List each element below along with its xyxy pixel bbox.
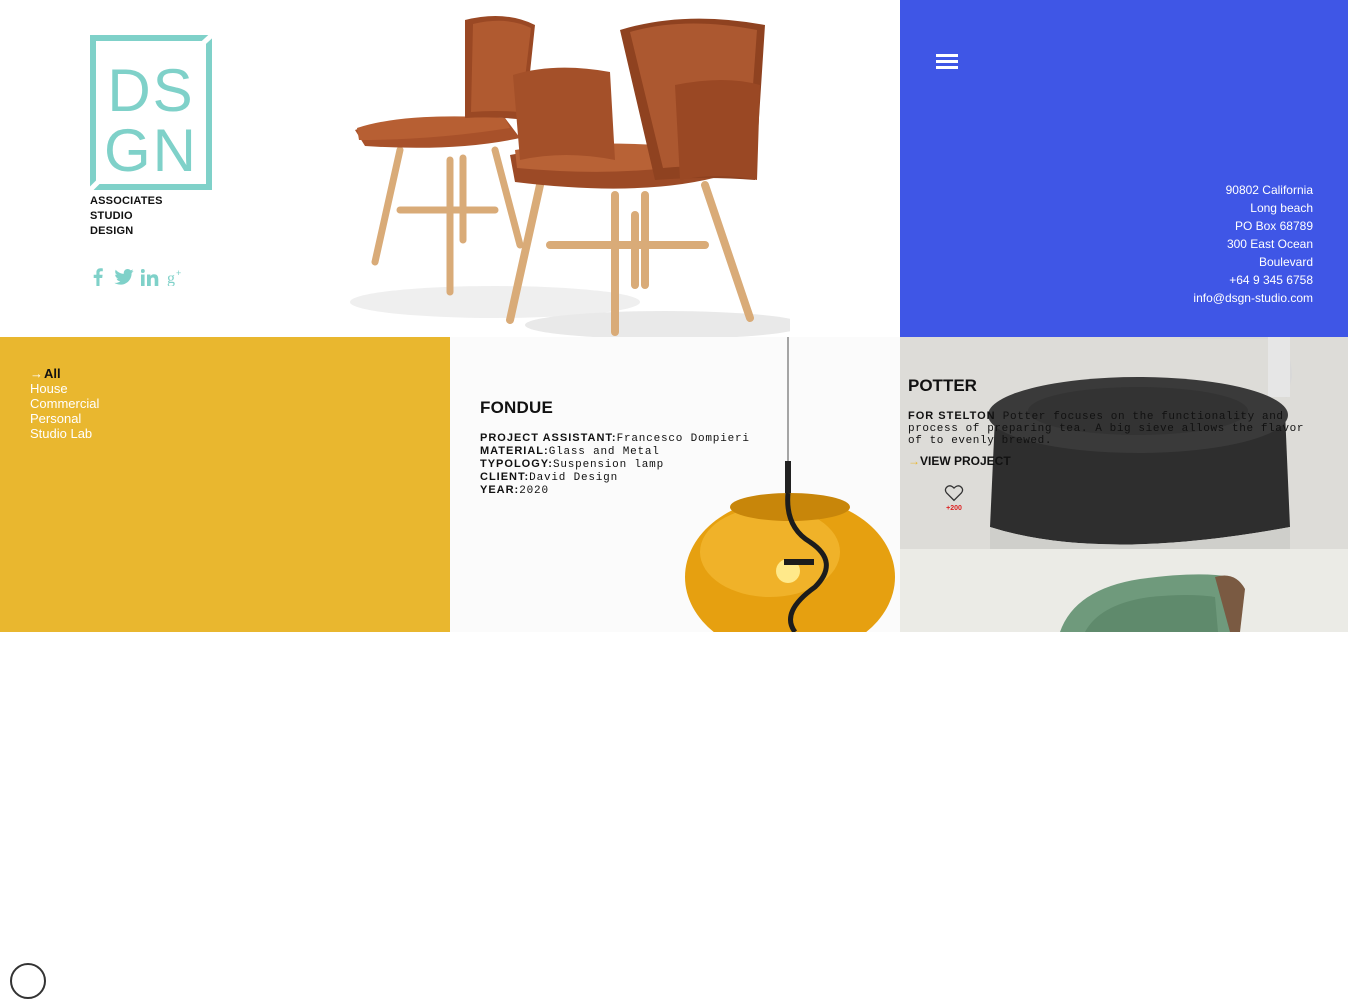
svg-text:GN: GN xyxy=(104,117,198,184)
spec-key: PROJECT ASSISTANT: xyxy=(480,432,617,444)
like-button[interactable]: +200 xyxy=(943,484,965,512)
spec-key: CLIENT: xyxy=(480,471,530,483)
project-title: POTTER xyxy=(908,376,977,395)
tagline-line: ASSOCIATES xyxy=(90,195,163,207)
tagline-line: DESIGN xyxy=(90,225,134,237)
spec-row: PROJECT ASSISTANT:Francesco Dompieri xyxy=(480,432,750,445)
spec-row: YEAR:2020 xyxy=(480,484,750,497)
twitter-icon[interactable] xyxy=(114,266,134,288)
linkedin-icon[interactable] xyxy=(140,266,160,288)
view-project-link[interactable]: →VIEW PROJECT xyxy=(908,454,1011,468)
project-description: FOR STELTON Potter focuses on the functi… xyxy=(908,410,1318,447)
arrow-right-icon: → xyxy=(908,454,920,468)
hamburger-menu-icon[interactable] xyxy=(936,52,958,72)
spec-value: 2020 xyxy=(519,485,549,497)
tagline-line: STUDIO xyxy=(90,210,133,222)
svg-text:DS: DS xyxy=(107,57,194,124)
spec-key: MATERIAL: xyxy=(480,445,549,457)
arrow-right-icon: → xyxy=(30,366,43,381)
address-line: Boulevard xyxy=(1258,255,1313,269)
spec-row: MATERIAL:Glass and Metal xyxy=(480,445,750,458)
spec-key: TYPOLOGY: xyxy=(480,458,553,470)
filter-personal[interactable]: Personal xyxy=(30,411,99,426)
project-title: FONDUE xyxy=(480,398,553,417)
contact-address: 90802 California Long beach PO Box 68789… xyxy=(1193,181,1313,307)
project-card-potter[interactable]: POTTER FOR STELTON Potter focuses on the… xyxy=(900,337,1348,549)
description-lead: FOR STELTON xyxy=(908,410,996,422)
project-card-green-chair[interactable] xyxy=(900,549,1348,632)
green-chair-image xyxy=(1060,574,1245,632)
facebook-icon[interactable] xyxy=(88,266,108,288)
filter-studio-lab[interactable]: Studio Lab xyxy=(30,426,99,441)
phone-number[interactable]: +64 9 345 6758 xyxy=(1193,271,1313,289)
spec-key: YEAR: xyxy=(480,484,520,496)
hero-chairs-image xyxy=(350,16,790,337)
spec-row: TYPOLOGY:Suspension lamp xyxy=(480,458,750,471)
contact-panel: 90802 California Long beach PO Box 68789… xyxy=(900,0,1348,337)
address-line: PO Box 68789 xyxy=(1234,219,1313,233)
filter-house[interactable]: House xyxy=(30,381,99,396)
spec-value: David Design xyxy=(529,472,618,484)
filter-all[interactable]: →All xyxy=(30,366,99,381)
address-line: 300 East Ocean xyxy=(1226,237,1313,251)
dsgn-logo[interactable]: DS GN xyxy=(90,35,212,190)
address-line: 90802 California xyxy=(1225,183,1313,197)
brand-tagline: ASSOCIATES STUDIO DESIGN xyxy=(90,194,163,239)
svg-text:g: g xyxy=(167,270,175,286)
like-count: +200 xyxy=(946,505,962,512)
scroll-top-button[interactable] xyxy=(10,963,46,999)
filter-list: →All House Commercial Personal Studio La… xyxy=(30,366,99,441)
spec-value: Suspension lamp xyxy=(552,459,664,471)
social-links: g + xyxy=(88,266,186,288)
svg-text:+: + xyxy=(176,268,181,278)
address-line: Long beach xyxy=(1250,201,1313,215)
header-panel: DS GN ASSOCIATES STUDIO DESIGN g + xyxy=(0,0,900,337)
project-card-fondue[interactable]: FONDUE PROJECT ASSISTANT:Francesco Dompi… xyxy=(450,337,900,632)
project-specs: PROJECT ASSISTANT:Francesco Dompieri MAT… xyxy=(480,432,750,497)
email-link[interactable]: info@dsgn-studio.com xyxy=(1193,289,1313,307)
view-project-label: VIEW PROJECT xyxy=(920,454,1011,468)
filter-label: All xyxy=(44,366,61,381)
filter-panel: →All House Commercial Personal Studio La… xyxy=(0,337,450,999)
filter-commercial[interactable]: Commercial xyxy=(30,396,99,411)
heart-icon xyxy=(944,485,964,502)
spec-value: Francesco Dompieri xyxy=(616,433,750,445)
spec-row: CLIENT:David Design xyxy=(480,471,750,484)
google-plus-icon[interactable]: g + xyxy=(166,266,186,288)
spec-value: Glass and Metal xyxy=(548,446,660,458)
